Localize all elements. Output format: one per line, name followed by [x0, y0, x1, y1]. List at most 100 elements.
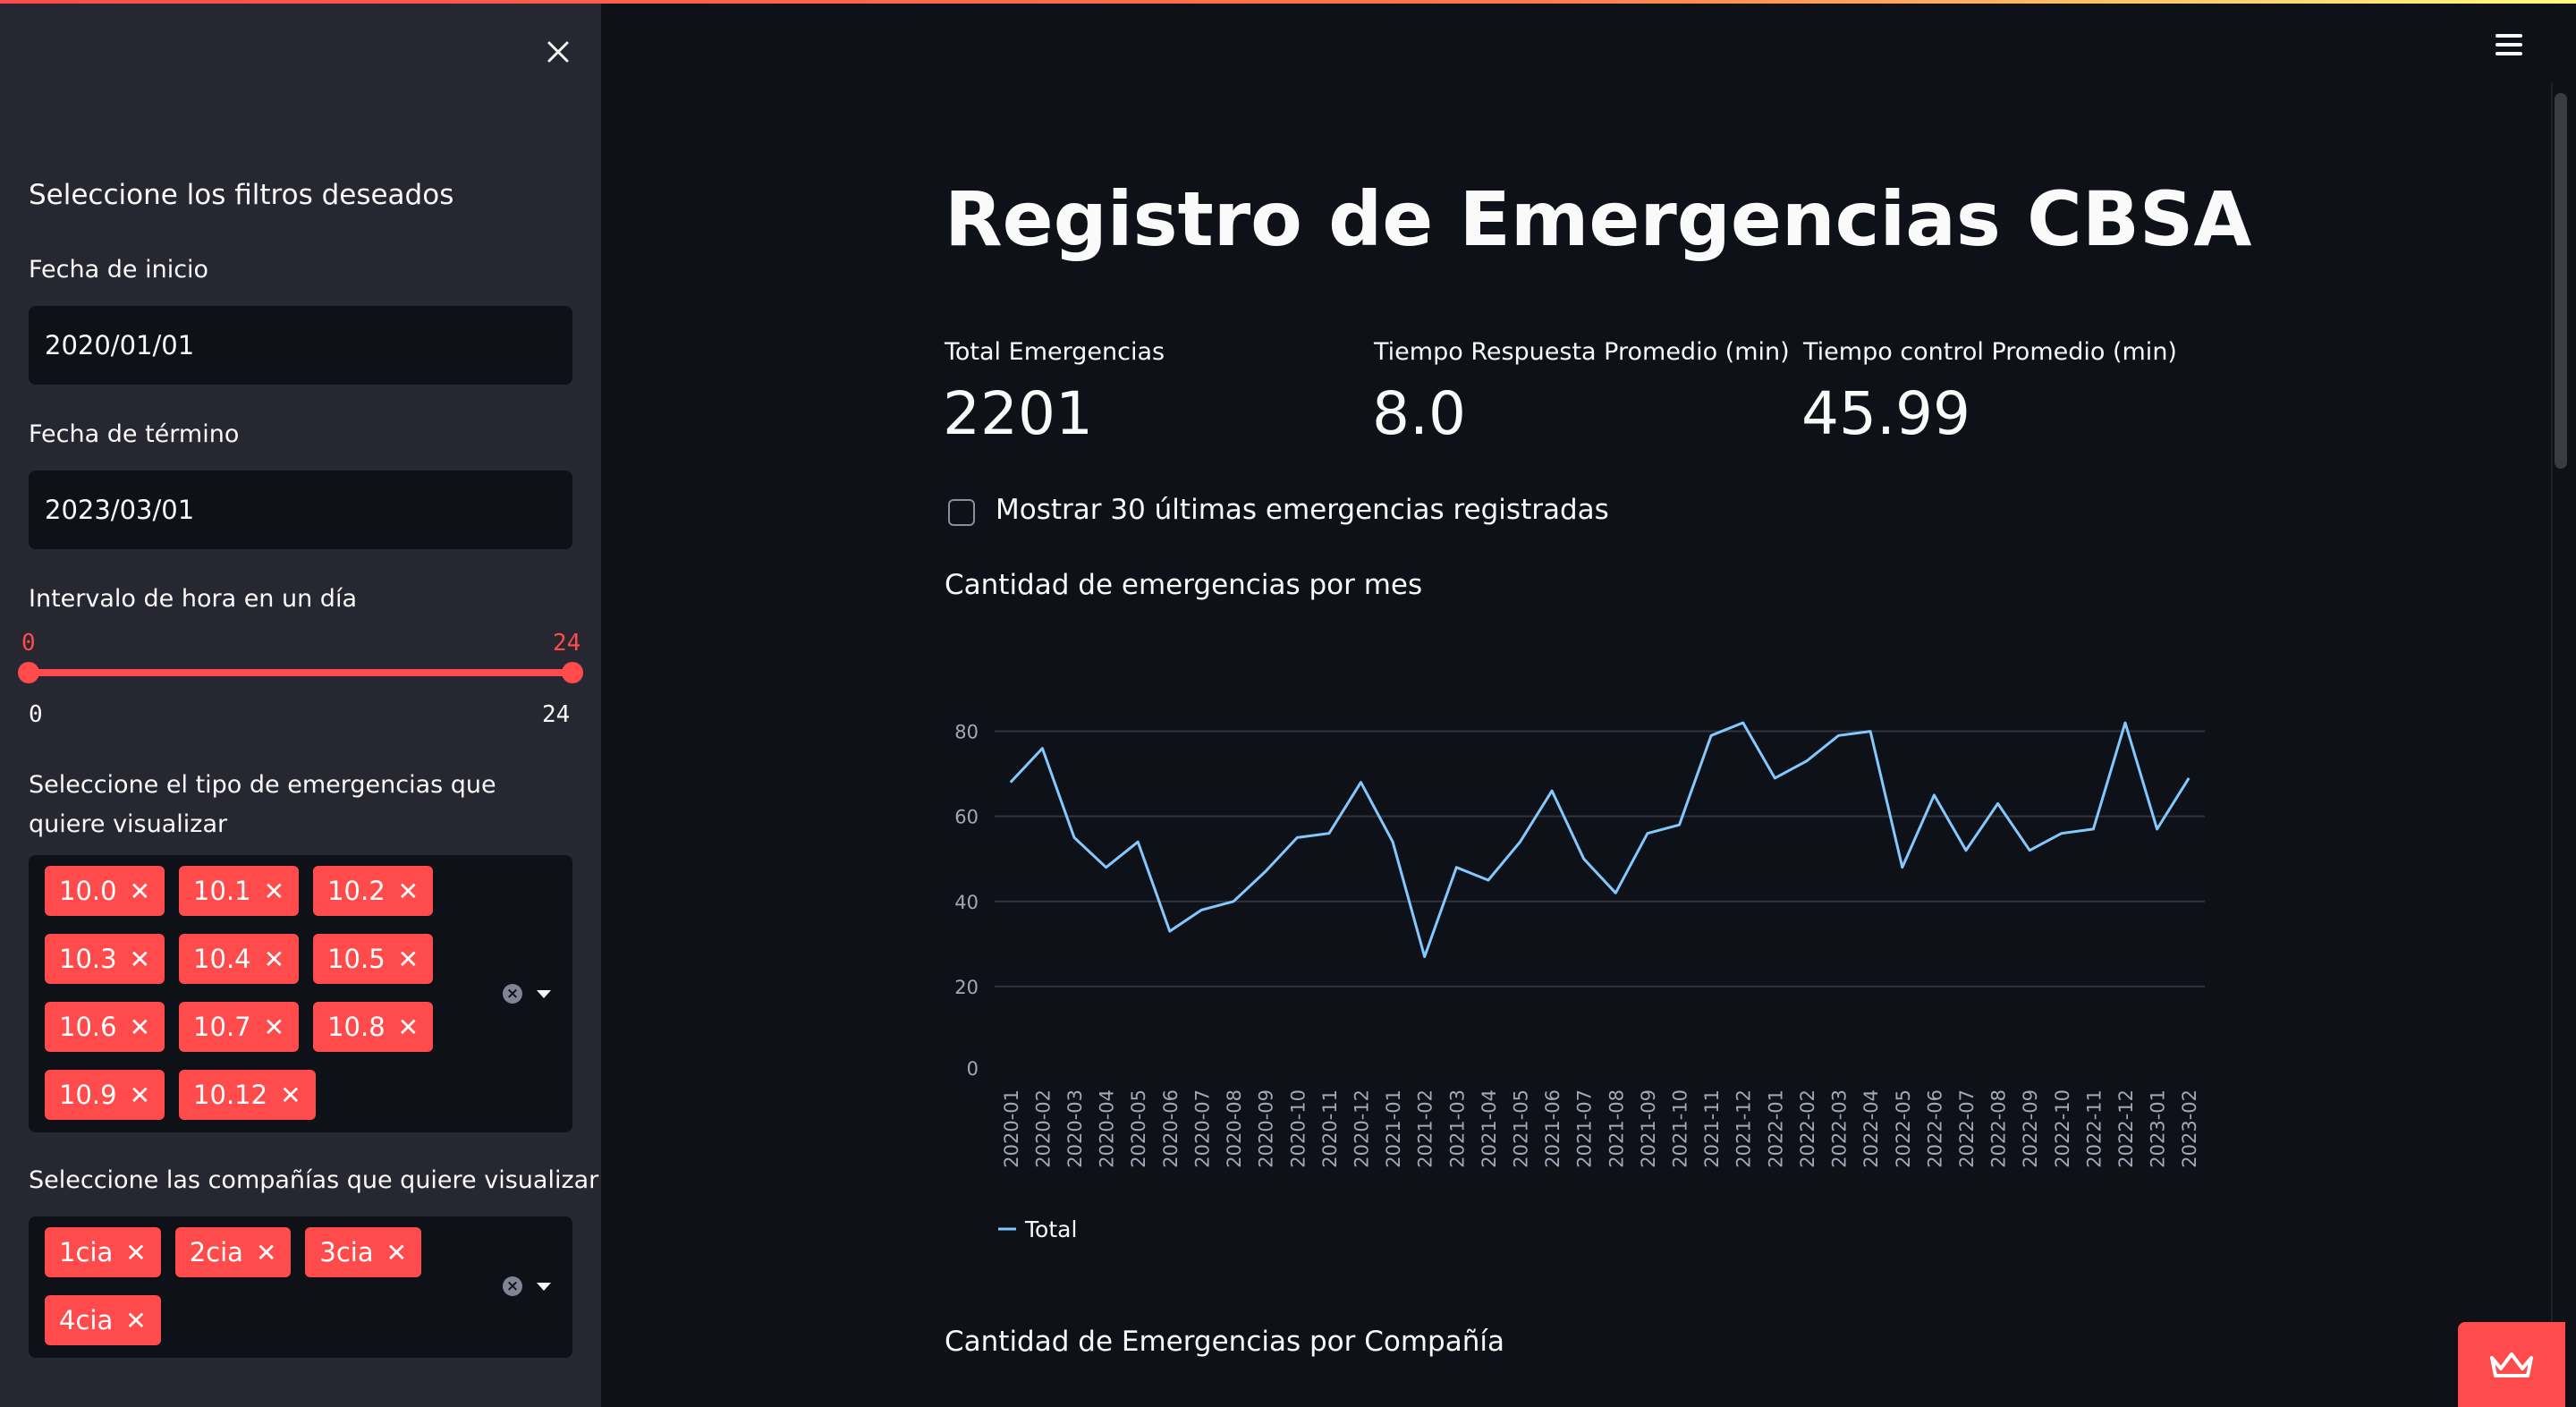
hour-range-low-thumb[interactable] [18, 662, 39, 683]
x-tick-label: 2020-02 [1032, 1089, 1054, 1168]
x-tick-label: 2022-12 [2115, 1089, 2137, 1168]
hour-range-high-value: 24 [553, 630, 581, 657]
chip-label: 10.0 [59, 876, 117, 906]
remove-chip-icon[interactable]: ✕ [264, 945, 284, 974]
x-tick-label: 2021-01 [1383, 1089, 1404, 1168]
hour-range-min: 0 [29, 701, 43, 728]
close-sidebar-button[interactable] [537, 30, 580, 73]
chip-label: 10.12 [193, 1080, 268, 1110]
x-tick-label: 2020-06 [1160, 1089, 1182, 1168]
x-tick-label: 2022-09 [2020, 1089, 2041, 1168]
remove-chip-icon[interactable]: ✕ [280, 1081, 301, 1110]
selected-option-chip: 4cia ✕ [45, 1295, 161, 1345]
x-tick-label: 2020-08 [1224, 1089, 1245, 1168]
chip-label: 1cia [59, 1237, 114, 1267]
metric-label-total: Total Emergencias [945, 338, 1165, 366]
remove-chip-icon[interactable]: ✕ [130, 1081, 150, 1110]
x-tick-label: 2022-11 [2083, 1089, 2105, 1168]
hour-range-max: 24 [542, 701, 571, 728]
remove-chip-icon[interactable]: ✕ [264, 877, 284, 906]
x-tick-label: 2021-04 [1479, 1089, 1500, 1168]
start-date-label: Fecha de inicio [29, 256, 209, 284]
remove-chip-icon[interactable]: ✕ [398, 945, 419, 974]
hour-range-slider-track[interactable] [29, 669, 572, 676]
companies-multiselect[interactable]: 1cia ✕ 2cia ✕ 3cia ✕ 4cia ✕ × [29, 1216, 572, 1358]
main-menu-button[interactable] [2492, 27, 2528, 63]
selected-option-chip: 10.7 ✕ [179, 1002, 300, 1052]
selected-option-chip: 10.9 ✕ [45, 1070, 165, 1120]
metric-label-response-time: Tiempo Respuesta Promedio (min) [1374, 338, 1790, 366]
x-tick-label: 2021-02 [1415, 1089, 1436, 1168]
chip-label: 10.4 [193, 944, 251, 974]
x-tick-label: 2022-05 [1893, 1089, 1914, 1168]
scrollbar-thumb[interactable] [2555, 93, 2567, 469]
remove-chip-icon[interactable]: ✕ [125, 1306, 146, 1335]
x-tick-label: 2021-12 [1733, 1089, 1755, 1168]
selected-option-chip: 2cia ✕ [174, 1227, 292, 1277]
x-tick-label: 2020-05 [1128, 1089, 1149, 1168]
x-tick-label: 2022-07 [1956, 1089, 1978, 1168]
remove-chip-icon[interactable]: ✕ [130, 945, 150, 974]
remove-chip-icon[interactable]: ✕ [398, 1013, 419, 1042]
chip-label: 10.8 [327, 1012, 386, 1042]
show-last-30-label[interactable]: Mostrar 30 últimas emergencias registrad… [996, 494, 1609, 526]
remove-chip-icon[interactable]: ✕ [386, 1238, 407, 1267]
close-icon [547, 41, 569, 63]
metric-value-response-time: 8.0 [1372, 379, 1466, 448]
remove-chip-icon[interactable]: ✕ [398, 877, 419, 906]
y-tick-label: 80 [954, 722, 979, 743]
selected-option-chip: 10.1 ✕ [179, 866, 300, 916]
y-tick-label: 60 [954, 807, 979, 828]
page-title: Registro de Emergencias CBSA [945, 175, 2252, 263]
x-tick-label: 2021-08 [1606, 1089, 1627, 1168]
chip-label: 10.1 [193, 876, 251, 906]
x-tick-label: 2020-09 [1256, 1089, 1277, 1168]
end-date-input[interactable]: 2023/03/01 [29, 470, 572, 549]
x-tick-label: 2020-03 [1064, 1089, 1086, 1168]
remove-chip-icon[interactable]: ✕ [256, 1238, 276, 1267]
hour-range-high-thumb[interactable] [562, 662, 583, 683]
x-tick-label: 2022-01 [1765, 1089, 1786, 1168]
remove-chip-icon[interactable]: ✕ [264, 1013, 284, 1042]
scroll-track [2551, 82, 2553, 1407]
streamlit-badge[interactable] [2458, 1322, 2565, 1407]
clear-all-icon[interactable]: × [503, 1276, 522, 1296]
emergency-types-chips: 10.0 ✕ 10.1 ✕ 10.2 ✕ 10.3 ✕ 10.4 ✕ 10.5 ✕ 10.6 ✕ 10.7 ✕… [45, 866, 474, 1120]
emergency-types-multiselect[interactable]: 10.0 ✕ 10.1 ✕ 10.2 ✕ 10.3 ✕ 10.4 ✕ 10.5 ✕ 10.6 ✕ 10.7 ✕… [29, 855, 572, 1132]
show-last-30-checkbox[interactable] [948, 499, 975, 526]
remove-chip-icon[interactable]: ✕ [130, 877, 150, 906]
remove-chip-icon[interactable]: ✕ [130, 1013, 150, 1042]
start-date-input[interactable]: 2020/01/01 [29, 306, 572, 385]
x-tick-label: 2022-04 [1860, 1089, 1882, 1168]
x-tick-label: 2023-02 [2179, 1089, 2200, 1168]
chip-label: 10.7 [193, 1012, 251, 1042]
remove-chip-icon[interactable]: ✕ [125, 1238, 146, 1267]
x-tick-label: 2021-06 [1542, 1089, 1563, 1168]
legend-label: Total [1024, 1216, 1077, 1242]
x-tick-label: 2021-03 [1446, 1089, 1468, 1168]
chip-label: 10.5 [327, 944, 386, 974]
clear-all-icon[interactable]: × [503, 984, 522, 1004]
end-date-label: Fecha de término [29, 420, 240, 448]
x-tick-label: 2023-01 [2148, 1089, 2169, 1168]
chip-label: 4cia [59, 1305, 114, 1335]
chart-section-title: Cantidad de emergencias por mes [945, 569, 1423, 601]
metric-label-control-time: Tiempo control Promedio (min) [1803, 338, 2177, 366]
x-tick-label: 2022-08 [1988, 1089, 2010, 1168]
companies-label: Seleccione las compañías que quiere visu… [29, 1166, 599, 1194]
company-section-title: Cantidad de Emergencias por Compañía [945, 1326, 1504, 1358]
selected-option-chip: 1cia ✕ [45, 1227, 161, 1277]
y-tick-label: 0 [967, 1058, 979, 1080]
chip-label: 2cia [189, 1237, 243, 1267]
filters-heading: Seleccione los filtros deseados [29, 179, 454, 211]
selected-option-chip: 3cia ✕ [305, 1227, 422, 1277]
sidebar: Seleccione los filtros deseados Fecha de… [0, 4, 601, 1407]
chevron-down-icon[interactable] [537, 1283, 551, 1291]
selected-option-chip: 10.6 ✕ [45, 1002, 165, 1052]
selected-option-chip: 10.5 ✕ [313, 934, 434, 984]
selected-option-chip: 10.3 ✕ [45, 934, 165, 984]
x-tick-label: 2022-06 [1924, 1089, 1945, 1168]
y-tick-label: 40 [954, 892, 979, 913]
chevron-down-icon[interactable] [537, 990, 551, 998]
x-tick-label: 2020-04 [1097, 1089, 1118, 1168]
